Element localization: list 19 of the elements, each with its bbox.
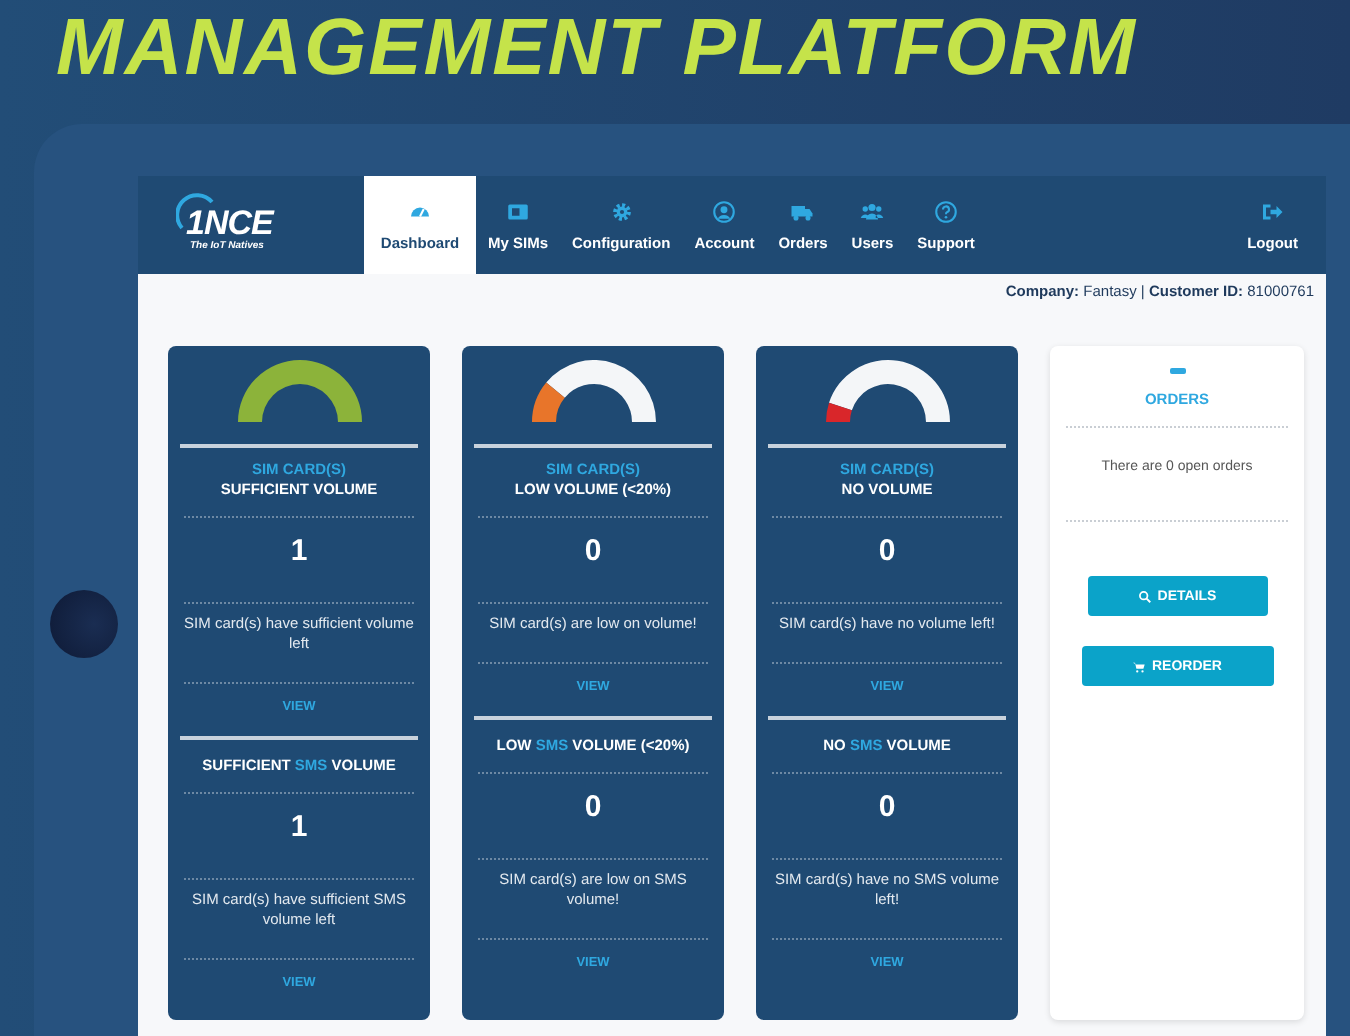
- count-value: 0: [582, 532, 604, 572]
- home-button[interactable]: [50, 590, 118, 658]
- count-value: 0: [876, 532, 898, 572]
- count-value: 1: [288, 808, 310, 848]
- dash-mark: [1169, 368, 1185, 374]
- help-icon: [934, 199, 959, 223]
- count-value: 0: [582, 788, 604, 828]
- gauge-track: [545, 360, 655, 422]
- cart-icon: [1131, 659, 1146, 673]
- users-icon: [860, 199, 885, 223]
- count-value: 0: [876, 788, 898, 828]
- sim-card-icon: [506, 199, 530, 223]
- user-icon: [712, 199, 737, 223]
- count-value: 1: [288, 532, 310, 572]
- gauge-track: [828, 360, 949, 422]
- logout-icon: [1260, 199, 1285, 223]
- search-icon: [1137, 589, 1152, 603]
- gear-icon: [609, 199, 634, 223]
- headline: MANAGEMENT PLATFORM: [56, 4, 1137, 92]
